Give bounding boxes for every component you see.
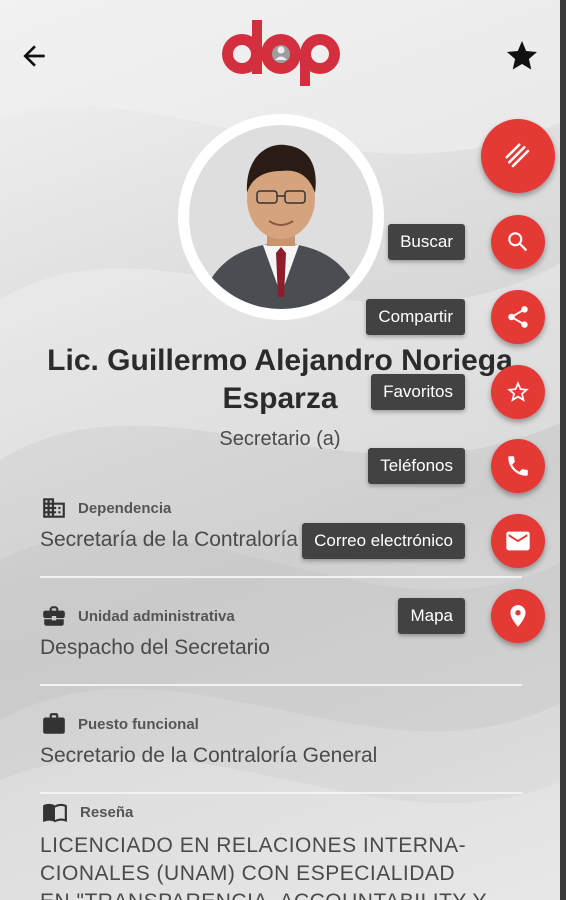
field-resena: Reseña LICENCIADO EN RELACIONES INTERNA-…	[40, 798, 522, 900]
email-button[interactable]	[491, 514, 545, 568]
field-label: Dependencia	[78, 499, 172, 517]
field-label: Reseña	[80, 803, 134, 821]
share-button[interactable]	[491, 290, 545, 344]
fab-label-mapa[interactable]: Mapa	[398, 598, 465, 634]
screen-edge	[560, 0, 566, 900]
divider	[40, 684, 522, 686]
search-button[interactable]	[491, 215, 545, 269]
field-value: Despacho del Secretario	[40, 636, 270, 659]
star-outline-icon	[507, 381, 529, 402]
divider	[40, 792, 522, 794]
search-icon	[508, 232, 528, 252]
building-icon	[43, 498, 65, 518]
email-icon	[506, 531, 530, 551]
fab-menu-toggle[interactable]	[481, 119, 555, 193]
fab-label-telefonos[interactable]: Teléfonos	[368, 448, 465, 484]
resena-text: LICENCIADO EN RELACIONES INTERNA- CIONAL…	[40, 832, 522, 900]
fab-label-buscar[interactable]: Buscar	[388, 224, 465, 260]
field-label: Unidad administrativa	[78, 607, 235, 625]
field-value: Secretario de la Contraloría General	[40, 744, 378, 767]
avatar	[189, 125, 373, 309]
map-pin-icon	[510, 605, 526, 627]
fab-label-correo[interactable]: Correo electrónico	[302, 523, 465, 559]
favorites-button[interactable]	[491, 365, 545, 419]
resena-line: LICENCIADO EN RELACIONES INTERNA-	[40, 834, 467, 857]
lines-icon	[505, 143, 530, 168]
back-button[interactable]	[14, 36, 54, 76]
field-label: Puesto funcional	[78, 715, 199, 733]
resena-line: CIONALES (UNAM) CON ESPECIALIDAD	[40, 862, 456, 885]
resena-line: EN "TRANSPARENCIA, ACCOUNTABILITY Y	[40, 888, 522, 900]
phone-button[interactable]	[491, 439, 545, 493]
top-bar	[0, 0, 560, 110]
share-icon	[508, 306, 528, 328]
work-icon	[43, 713, 65, 734]
arrow-left-icon	[23, 45, 45, 67]
map-button[interactable]	[491, 589, 545, 643]
book-icon	[43, 803, 67, 823]
profile-photo	[189, 125, 373, 309]
dap-logo	[216, 16, 346, 88]
star-icon	[507, 41, 537, 70]
fab-label-favoritos[interactable]: Favoritos	[371, 374, 465, 410]
phone-icon	[508, 456, 528, 476]
favorite-button[interactable]	[502, 36, 542, 76]
divider	[40, 576, 522, 578]
briefcase-icon	[43, 606, 65, 626]
avatar-frame	[178, 114, 384, 320]
field-puesto-funcional: Puesto funcional Secretario de la Contra…	[40, 710, 522, 768]
fab-label-compartir[interactable]: Compartir	[366, 299, 465, 335]
